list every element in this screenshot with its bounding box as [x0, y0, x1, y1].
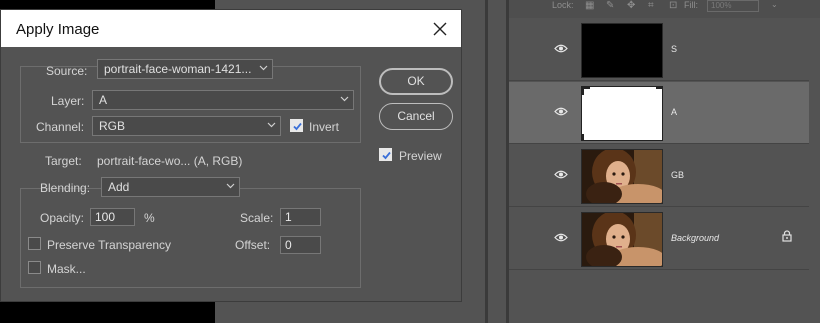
layer-select[interactable]: A: [92, 90, 354, 110]
close-icon[interactable]: [432, 21, 448, 37]
opacity-label: Opacity:: [40, 211, 85, 225]
checkmark-icon: [293, 122, 302, 131]
layer-name[interactable]: GB: [671, 170, 684, 180]
layer-label: Layer:: [51, 94, 85, 108]
dialog-title: Apply Image: [16, 21, 100, 38]
layer-row-a[interactable]: A: [509, 82, 809, 144]
blending-value: Add: [108, 180, 130, 194]
source-value: portrait-face-woman-1421...: [104, 62, 252, 76]
preserve-transparency-label[interactable]: Preserve Transparency: [47, 238, 171, 252]
ok-button[interactable]: OK: [379, 68, 453, 95]
lock-transparent-icon[interactable]: ▦: [585, 1, 595, 11]
target-value: portrait-face-wo... (A, RGB): [97, 154, 243, 168]
lock-label: Lock:: [552, 0, 574, 10]
scale-input[interactable]: 1: [280, 208, 321, 226]
channel-label: Channel:: [36, 120, 85, 134]
preview-checkbox[interactable]: [379, 148, 392, 161]
source-select[interactable]: portrait-face-woman-1421...: [97, 59, 273, 79]
lock-image-icon[interactable]: ✎: [606, 1, 616, 11]
chevron-down-icon: [340, 96, 349, 102]
source-label: Source:: [46, 64, 88, 78]
fill-dropdown-icon[interactable]: ⌄: [771, 0, 778, 9]
layer-name[interactable]: S: [671, 44, 677, 54]
channel-select[interactable]: RGB: [92, 116, 281, 136]
opacity-input[interactable]: 100: [90, 208, 135, 226]
layer-row-gb[interactable]: GB: [509, 145, 809, 207]
layers-panel: Lock: ▦ ✎ ✥ ⌗ ⊡ Fill: 100% ⌄ S A GB Back…: [509, 0, 820, 323]
apply-image-dialog: Apply Image Source: portrait-face-woman-…: [0, 9, 462, 302]
dialog-titlebar: Apply Image: [1, 10, 461, 47]
blending-select[interactable]: Add: [101, 177, 240, 197]
layer-thumbnail: [581, 86, 663, 141]
eye-icon[interactable]: [554, 233, 568, 242]
panel-gutter: [488, 0, 506, 323]
cancel-button[interactable]: Cancel: [379, 103, 453, 130]
layer-name[interactable]: Background: [671, 233, 719, 243]
preserve-transparency-checkbox[interactable]: [28, 237, 41, 250]
blending-label: Blending:: [40, 181, 91, 195]
portrait-thumbnail: [581, 212, 663, 267]
layer-row-background[interactable]: Background: [509, 208, 809, 270]
chevron-down-icon: [259, 65, 268, 71]
selection-corners: [582, 87, 662, 140]
mask-label[interactable]: Mask...: [47, 262, 86, 276]
chevron-down-icon: [226, 183, 235, 189]
offset-input[interactable]: 0: [280, 236, 321, 254]
lock-position-icon[interactable]: ✥: [627, 1, 637, 11]
eye-icon[interactable]: [554, 107, 568, 116]
target-label: Target:: [45, 154, 82, 168]
mask-checkbox[interactable]: [28, 261, 41, 274]
layer-name[interactable]: A: [671, 107, 677, 117]
scale-label: Scale:: [240, 211, 274, 225]
eye-icon[interactable]: [554, 44, 568, 53]
offset-label: Offset:: [235, 238, 271, 252]
lock-row: Lock: ▦ ✎ ✥ ⌗ ⊡ Fill: 100% ⌄: [509, 0, 820, 18]
channel-value: RGB: [99, 119, 126, 133]
lock-all-icon[interactable]: ⊡: [669, 1, 679, 11]
fill-label: Fill:: [684, 0, 698, 10]
preview-label[interactable]: Preview: [399, 149, 442, 163]
invert-label[interactable]: Invert: [309, 120, 339, 134]
portrait-thumbnail: [581, 149, 663, 204]
lock-artboard-icon[interactable]: ⌗: [648, 1, 658, 11]
chevron-down-icon: [267, 122, 276, 128]
layer-value: A: [99, 93, 108, 107]
layer-thumbnail: [581, 23, 663, 78]
layer-row-s[interactable]: S: [509, 19, 809, 81]
checkmark-icon: [382, 151, 391, 160]
invert-checkbox[interactable]: [290, 119, 303, 132]
eye-icon[interactable]: [554, 170, 568, 179]
lock-icon[interactable]: [781, 230, 793, 242]
opacity-unit: %: [144, 211, 155, 225]
fill-input[interactable]: 100%: [707, 0, 759, 12]
